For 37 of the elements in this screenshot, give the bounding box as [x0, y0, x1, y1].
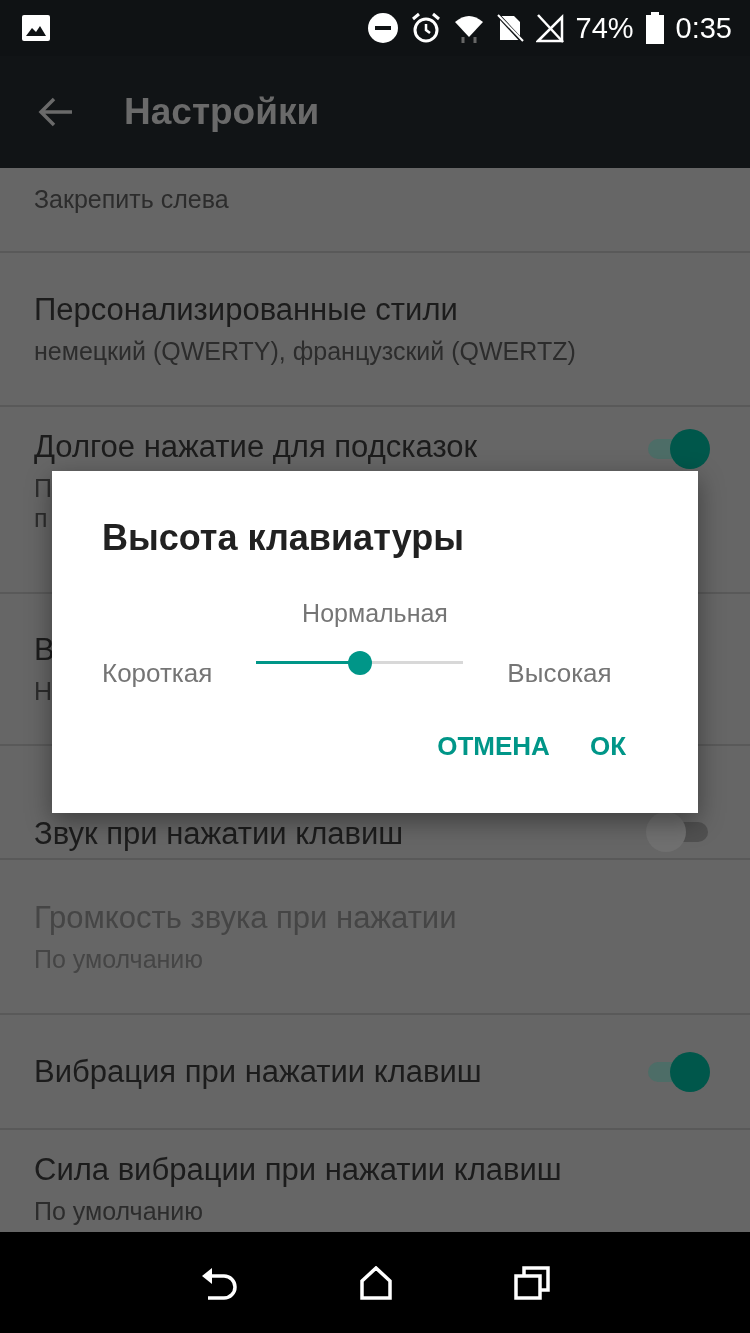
wifi-icon: [453, 13, 484, 43]
ok-button[interactable]: ОК: [585, 723, 630, 770]
dialog-title: Высота клавиатуры: [102, 517, 465, 559]
setting-summary: По умолчанию: [34, 1197, 204, 1225]
clock-time: 0:35: [675, 11, 732, 45]
setting-summary: Н: [34, 677, 53, 705]
setting-summary: П: [34, 474, 52, 502]
setting-title: Персонализированные стили: [34, 292, 458, 328]
setting-title: Вибрация при нажатии клавиш: [34, 1053, 482, 1090]
back-arrow-icon[interactable]: [38, 96, 74, 128]
toggle-switch[interactable]: [646, 1051, 710, 1092]
slider-value-label: Нормальная: [302, 599, 448, 627]
home-icon[interactable]: [359, 1265, 393, 1300]
battery-icon: [645, 12, 664, 44]
alarm-icon: [409, 12, 442, 44]
slider-max-label: Высокая: [507, 658, 612, 689]
do-not-disturb-icon: [367, 13, 398, 43]
image-icon: [22, 15, 50, 41]
setting-summary: Закрепить слева: [34, 185, 229, 213]
slider-thumb[interactable]: [347, 650, 372, 675]
setting-title: Звук при нажатии клавиш: [34, 816, 404, 852]
setting-summary: п: [34, 504, 48, 532]
back-icon[interactable]: [200, 1265, 239, 1300]
battery-percentage: 74%: [575, 11, 634, 45]
recent-apps-icon[interactable]: [513, 1265, 550, 1300]
toggle-switch[interactable]: [646, 429, 710, 469]
no-signal-icon: [535, 13, 564, 43]
setting-summary: немецкий (QWERTY), французский (QWERTZ): [34, 337, 576, 365]
setting-title: Сила вибрации при нажатии клавиш: [34, 1152, 562, 1188]
setting-title: В: [34, 632, 55, 668]
cancel-button[interactable]: ОТМЕНА: [433, 723, 554, 770]
screen-title: Настройки: [124, 91, 320, 133]
height-slider[interactable]: [256, 650, 464, 675]
toggle-switch[interactable]: [646, 812, 710, 852]
no-sim-icon: [495, 13, 524, 43]
slider-min-label: Короткая: [102, 658, 213, 689]
setting-title: Долгое нажатие для подсказок: [34, 429, 478, 465]
